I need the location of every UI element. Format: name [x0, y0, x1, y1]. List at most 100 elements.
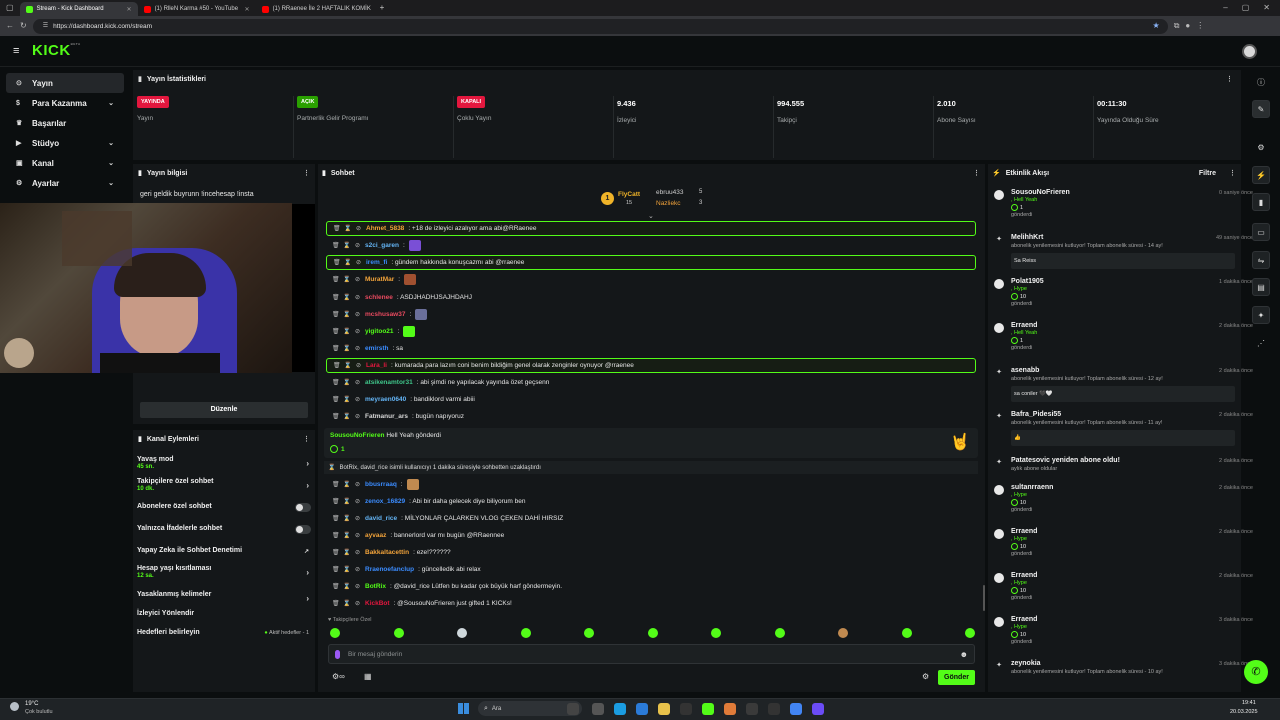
- activity-icon[interactable]: ⇋: [1252, 251, 1270, 269]
- channel-action-row[interactable]: Hedefleri belirleyin ● Aktif hedefler - 1: [137, 629, 315, 636]
- emote-shortcut-icon[interactable]: [584, 628, 594, 638]
- ban-icon[interactable]: ⊘: [354, 583, 361, 590]
- share-icon[interactable]: ⋰: [1252, 334, 1270, 352]
- tab-close-icon[interactable]: ✕: [245, 6, 250, 13]
- activity-item[interactable]: Erraend 2 dakika önce , Hype 10 gönderdi: [994, 528, 1253, 557]
- user-avatar[interactable]: [1242, 44, 1257, 59]
- chevron-right-icon[interactable]: ›: [306, 568, 309, 577]
- emote-shortcut-icon[interactable]: [457, 628, 467, 638]
- chat-menu-icon[interactable]: ⋮: [973, 169, 980, 177]
- activity-user[interactable]: Erraend: [1011, 322, 1240, 329]
- emote-shortcut-icon[interactable]: [520, 628, 531, 638]
- stream-info-menu-icon[interactable]: ⋮: [303, 169, 310, 177]
- chevron-right-icon[interactable]: ›: [306, 459, 309, 468]
- delete-icon[interactable]: 🗑: [333, 362, 341, 369]
- timeout-icon[interactable]: ⌛: [343, 396, 350, 403]
- chat-message[interactable]: 🗑 ⌛ ⊘ Rraenoefanclup: güncelledik abi relax: [326, 562, 976, 577]
- chat-message[interactable]: 🗑 ⌛ ⊘ Bakkaltacettin: eze!??????: [326, 545, 976, 560]
- chat-message[interactable]: 🗑 ⌛ ⊘ zenox_16829: Abi bir daha gelecek diy…: [326, 494, 976, 509]
- kick-app-icon[interactable]: [702, 703, 714, 715]
- activity-item[interactable]: Erraend 2 dakika önce , Hell Yeah 1 gönderdi: [994, 322, 1253, 351]
- channel-action-row[interactable]: Yasaklanmış kelimeler ›: [137, 591, 315, 603]
- chat-username[interactable]: david_rice: [365, 515, 397, 522]
- chat-username[interactable]: Bakkaltacettin: [365, 549, 409, 556]
- emoji-icon[interactable]: ☻: [960, 650, 968, 659]
- chrome-icon[interactable]: [790, 703, 802, 715]
- activity-user[interactable]: Erraend: [1011, 528, 1240, 535]
- chat-bubble-icon[interactable]: ▭: [1252, 223, 1270, 241]
- delete-icon[interactable]: 🗑: [332, 379, 340, 386]
- chat-message[interactable]: 🗑 ⌛ ⊘ mcshusaw37:: [326, 307, 976, 322]
- delete-icon[interactable]: 🗑: [332, 583, 340, 590]
- ban-icon[interactable]: ⊘: [354, 345, 361, 352]
- timeout-icon[interactable]: ⌛: [343, 481, 350, 488]
- channel-action-row[interactable]: Takipçilere özel sohbet 10 dk. ›: [137, 478, 315, 492]
- activity-item[interactable]: Erraend 2 dakika önce , Hype 10 gönderdi: [994, 572, 1253, 601]
- chat-message[interactable]: 🗑 ⌛ ⊘ MuratMar:: [326, 272, 976, 287]
- chat-username[interactable]: Ahmet_5838: [366, 225, 404, 232]
- chat-message[interactable]: 🗑 ⌛ ⊘ s2ci_garen:: [326, 238, 976, 253]
- ban-icon[interactable]: ⊘: [355, 259, 362, 266]
- timeout-icon[interactable]: ⌛: [343, 566, 350, 573]
- back-icon[interactable]: ←: [6, 22, 14, 30]
- tab-close-icon[interactable]: ✕: [127, 6, 132, 13]
- emote-shortcut-icon[interactable]: [901, 628, 912, 638]
- activity-menu-icon[interactable]: ⋮: [1229, 169, 1236, 177]
- chat-username[interactable]: atsikenamtor31: [365, 379, 413, 386]
- chat-message[interactable]: 🗑 ⌛ ⊘ BotRix: @david_rice Lütfen bu kadar ç…: [326, 579, 976, 594]
- maximize-icon[interactable]: ▢: [1242, 4, 1250, 12]
- activity-item[interactable]: ✦ MelihhKrt 49 saniye önce abonelik yenilem…: [994, 234, 1253, 269]
- timeout-icon[interactable]: ⌛: [343, 294, 350, 301]
- emote-shortcut-icon[interactable]: [647, 628, 658, 638]
- wrench-icon[interactable]: ✦: [1252, 306, 1270, 324]
- mobile-icon[interactable]: ▮: [1252, 193, 1270, 211]
- activity-item[interactable]: ✦ Bafra_Pidesi55 2 dakika önce abonelik yen…: [994, 411, 1253, 446]
- layout-icon[interactable]: ▤: [1252, 278, 1270, 296]
- channel-action-row[interactable]: Yavaş mod 45 sn. ›: [137, 456, 315, 470]
- task-view-icon[interactable]: [592, 703, 604, 715]
- chat-username[interactable]: meyraen0640: [365, 396, 406, 403]
- ban-icon[interactable]: ⊘: [354, 600, 361, 607]
- chat-username[interactable]: mcshusaw37: [365, 311, 405, 318]
- chat-message[interactable]: 🗑 ⌛ ⊘ meyraen0640: bandiklord varmi abiii: [326, 392, 976, 407]
- extensions-icon[interactable]: ⧉: [1174, 22, 1180, 30]
- delete-icon[interactable]: 🗑: [332, 396, 340, 403]
- chat-input[interactable]: Bir mesaj gönderin ☻: [328, 644, 975, 664]
- emote-shortcut-icon[interactable]: [393, 628, 404, 638]
- app-b-icon[interactable]: [746, 703, 758, 715]
- ban-icon[interactable]: ⊘: [354, 515, 361, 522]
- files-icon[interactable]: [658, 703, 670, 715]
- chat-message[interactable]: 🗑 ⌛ ⊘ david_rice: MİLYONLAR ÇALARKEN VLOG Ç…: [326, 511, 976, 526]
- terminal-icon[interactable]: [680, 703, 692, 715]
- delete-icon[interactable]: 🗑: [332, 328, 340, 335]
- timeout-icon[interactable]: ⌛: [343, 515, 350, 522]
- chat-username[interactable]: bbusrraaq: [365, 481, 397, 488]
- edge-icon[interactable]: [614, 703, 626, 715]
- minimize-icon[interactable]: –: [1223, 4, 1227, 12]
- new-tab-button[interactable]: +: [380, 4, 385, 12]
- pencil-icon[interactable]: ✎: [1252, 100, 1270, 118]
- url-field[interactable]: ☰ https://dashboard.kick.com/stream ★: [32, 18, 1168, 34]
- emote-shortcut-icon[interactable]: [838, 628, 848, 638]
- timeout-icon[interactable]: ⌛: [343, 549, 350, 556]
- emote-shortcut-icon[interactable]: [330, 628, 340, 638]
- activity-user[interactable]: Erraend: [1011, 572, 1240, 579]
- delete-icon[interactable]: 🗑: [332, 481, 340, 488]
- browser-tab[interactable]: (1) RRaenee İle 2 HAFTALIK KOMİK✕: [256, 2, 374, 16]
- activity-item[interactable]: ✦ asenabb 2 dakika önce abonelik yenilemesi…: [994, 367, 1253, 402]
- delete-icon[interactable]: 🗑: [332, 532, 340, 539]
- nav-item-5[interactable]: ⚙ Ayarlar ⌄: [6, 173, 124, 193]
- profile-icon[interactable]: ●: [1185, 22, 1190, 30]
- delete-icon[interactable]: 🗑: [332, 276, 340, 283]
- delete-icon[interactable]: 🗑: [333, 259, 341, 266]
- chat-message[interactable]: 🗑 ⌛ ⊘ atsikenamtor31: abi şimdi ne yapılaca…: [326, 375, 976, 390]
- chat-message[interactable]: 🗑 ⌛ ⊘ irem_fi: gündem hakkında konuşcazmı a…: [326, 255, 976, 270]
- nav-item-0[interactable]: ⊙ Yayın: [6, 73, 124, 93]
- pinned-chevron-icon[interactable]: ⌄: [648, 212, 654, 220]
- timeout-icon[interactable]: ⌛: [343, 311, 350, 318]
- delete-icon[interactable]: 🗑: [332, 413, 340, 420]
- timeout-icon[interactable]: ⌛: [343, 600, 350, 607]
- chat-message[interactable]: 🗑 ⌛ ⊘ Ahmet_5838: +18 de izleyici azalıyor …: [326, 221, 976, 236]
- chat-message[interactable]: 🗑 ⌛ ⊘ yigitoo21:: [326, 324, 976, 339]
- ban-icon[interactable]: ⊘: [354, 566, 361, 573]
